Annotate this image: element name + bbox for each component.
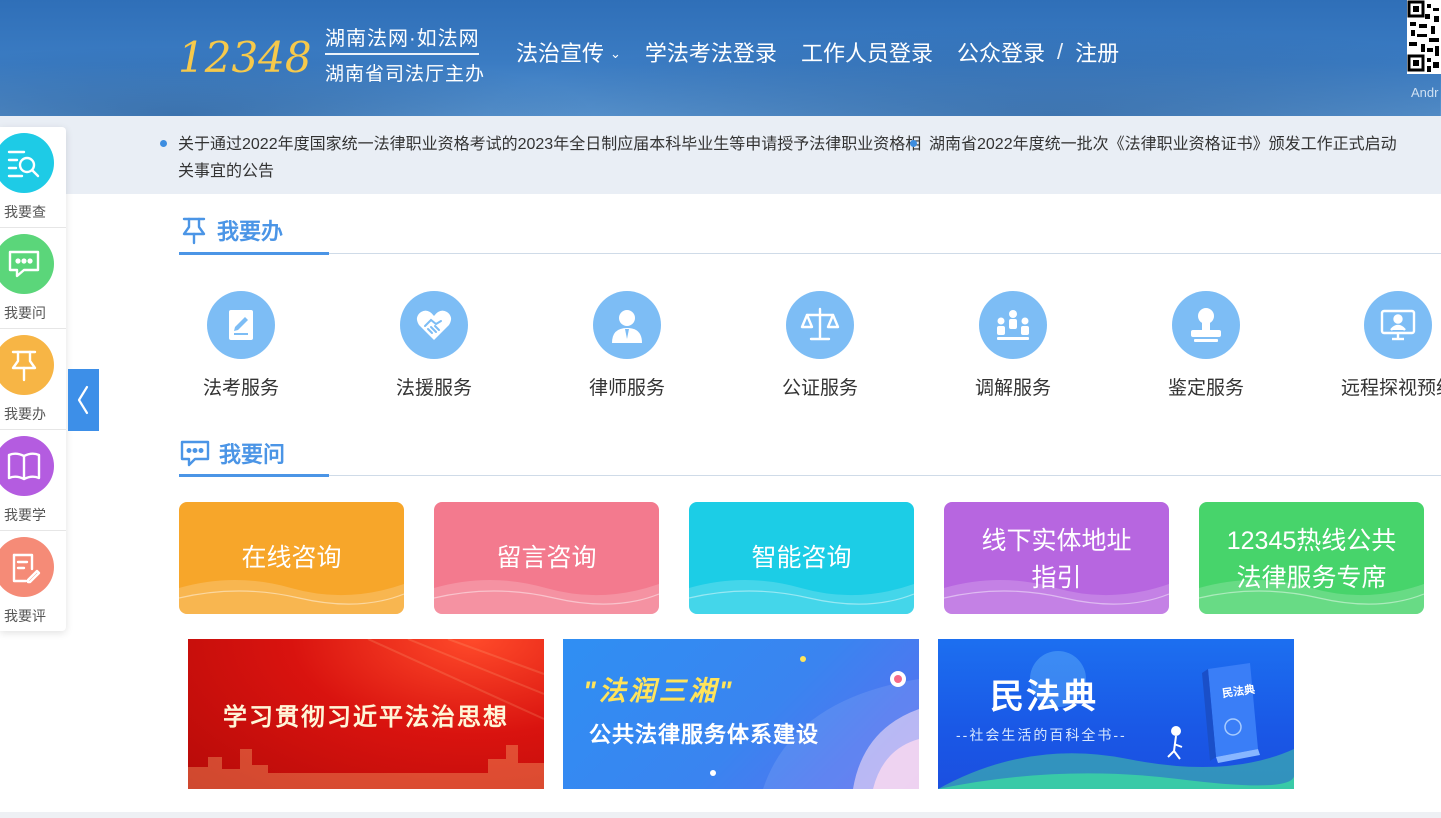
ask-card-label: 法律服务专席 <box>1236 564 1387 592</box>
sidebar-item-label: 我要评 <box>4 608 46 624</box>
service-appraisal[interactable]: 鉴定服务 <box>1141 291 1271 400</box>
nav-law-publicity[interactable]: 法治宣传 ⌄ <box>516 36 621 68</box>
page-bottom-divider <box>0 812 1441 818</box>
section-underline <box>179 474 329 477</box>
chevron-left-icon <box>77 385 89 415</box>
ask-card-offline-address[interactable]: 线下实体地址 指引 <box>944 502 1169 614</box>
logo-divider <box>325 53 479 55</box>
banner-text: 学习贯彻习近平法治思想 <box>223 704 509 731</box>
chevron-down-icon: ⌄ <box>610 46 621 61</box>
section-title-ask: 我要问 <box>179 437 285 469</box>
quick-sidebar: 我要查 我要问 我要办 我要学 我要评 <box>0 127 66 631</box>
section-title-label: 我要问 <box>219 442 286 467</box>
banner-subtitle: --社会生活的百科全书-- <box>956 727 1127 743</box>
section-divider <box>329 475 1441 476</box>
banner-title: 民法典 <box>990 678 1098 716</box>
service-label: 调解服务 <box>974 378 1051 399</box>
qr-label: Andr <box>1411 85 1439 100</box>
top-nav: 法治宣传 ⌄ 学法考法登录 工作人员登录 公众登录 / 注册 <box>516 36 1143 68</box>
sidebar-item-label: 我要学 <box>4 507 46 523</box>
clipboard-edit-icon <box>0 537 54 597</box>
notice-item[interactable]: 关于通过2022年度国家统一法律职业资格考试的2023年全日制应届本科毕业生等申… <box>178 131 923 185</box>
pin-icon <box>0 335 54 395</box>
lawyer-icon <box>593 291 661 359</box>
ask-card-hotline-12345[interactable]: 12345热线公共 法律服务专席 <box>1199 502 1424 614</box>
service-label: 远程探视预约 <box>1340 378 1441 399</box>
nav-study-exam-login[interactable]: 学法考法登录 <box>645 36 777 68</box>
search-list-icon <box>0 133 54 193</box>
banner-farun-sanxiang[interactable]: "法润三湘" 公共法律服务体系建设 <box>563 639 919 789</box>
sidebar-item-label: 我要办 <box>4 406 46 422</box>
notice-item[interactable]: 湖南省2022年度统一批次《法律职业资格证书》颁发工作正式启动 <box>929 131 1441 158</box>
service-label: 律师服务 <box>588 378 665 399</box>
ask-card-message[interactable]: 留言咨询 <box>434 502 659 614</box>
sidebar-item-learn[interactable]: 我要学 <box>0 430 66 531</box>
mediation-icon <box>979 291 1047 359</box>
scales-icon <box>786 291 854 359</box>
nav-staff-login[interactable]: 工作人员登录 <box>801 36 933 68</box>
banner-civil-code[interactable]: 民法典 民法典 --社会生活的百科全书-- <box>938 639 1294 789</box>
ask-card-label: 智能咨询 <box>751 544 852 572</box>
ask-card-label: 12345热线公共 <box>1226 527 1397 555</box>
qr-code-icon[interactable] <box>1407 0 1441 74</box>
sidebar-item-do[interactable]: 我要办 <box>0 329 66 430</box>
service-label: 鉴定服务 <box>1167 378 1244 399</box>
chat-icon <box>0 234 54 294</box>
stamp-icon <box>1172 291 1240 359</box>
service-lawyer[interactable]: 律师服务 <box>562 291 692 400</box>
service-label: 法考服务 <box>202 378 279 399</box>
exam-doc-icon <box>207 291 275 359</box>
logo-12348-icon[interactable]: 12348 <box>178 14 323 86</box>
banner-title: "法润三湘" <box>583 676 735 706</box>
sidebar-item-ask[interactable]: 我要问 <box>0 228 66 329</box>
service-legal-aid[interactable]: 法援服务 <box>369 291 499 400</box>
header: 12348 湖南法网·如法网 湖南省司法厅主办 法治宣传 ⌄ 学法考法登录 工作人… <box>0 0 1441 116</box>
section-divider <box>329 253 1441 254</box>
section-underline <box>179 252 329 255</box>
service-label: 法援服务 <box>395 378 472 399</box>
ask-card-label: 指引 <box>1031 564 1082 592</box>
site-name[interactable]: 湖南法网·如法网 <box>325 22 480 51</box>
service-notary[interactable]: 公证服务 <box>755 291 885 400</box>
sidebar-collapse-button[interactable] <box>68 369 99 431</box>
notice-bar: 关于通过2022年度国家统一法律职业资格考试的2023年全日制应届本科毕业生等申… <box>0 116 1441 194</box>
sidebar-item-label: 我要问 <box>4 305 46 321</box>
section-title-label: 我要办 <box>217 219 284 244</box>
banner-subtitle: 公共法律服务体系建设 <box>589 722 820 747</box>
handshake-heart-icon <box>400 291 468 359</box>
notice-bullet <box>160 140 167 147</box>
sidebar-item-search[interactable]: 我要查 <box>0 127 66 228</box>
service-law-exam[interactable]: 法考服务 <box>176 291 306 400</box>
service-mediation[interactable]: 调解服务 <box>948 291 1078 400</box>
nav-separator: / <box>1056 39 1064 64</box>
ask-card-label: 线下实体地址 <box>981 527 1132 555</box>
pin-icon <box>182 217 206 245</box>
site-sponsor: 湖南省司法厅主办 <box>325 64 486 85</box>
chat-icon <box>180 440 210 467</box>
ask-card-label: 在线咨询 <box>241 544 342 572</box>
sidebar-item-label: 我要查 <box>4 204 46 220</box>
service-label: 公证服务 <box>781 378 858 399</box>
section-title-do: 我要办 <box>179 214 283 246</box>
notice-bullet <box>910 140 917 147</box>
svg-text:12348: 12348 <box>178 33 312 82</box>
banner-xi-rule-of-law[interactable]: 学习贯彻习近平法治思想 <box>188 639 544 789</box>
nav-public-login[interactable]: 公众登录 <box>957 36 1045 68</box>
ask-card-online[interactable]: 在线咨询 <box>179 502 404 614</box>
service-remote-visit[interactable]: 远程探视预约 <box>1333 291 1441 400</box>
nav-register[interactable]: 注册 <box>1075 36 1119 68</box>
ask-card-label: 留言咨询 <box>496 544 597 572</box>
video-monitor-icon <box>1364 291 1432 359</box>
book-icon <box>0 436 54 496</box>
sidebar-item-rate[interactable]: 我要评 <box>0 531 66 632</box>
ask-card-smart[interactable]: 智能咨询 <box>689 502 914 614</box>
